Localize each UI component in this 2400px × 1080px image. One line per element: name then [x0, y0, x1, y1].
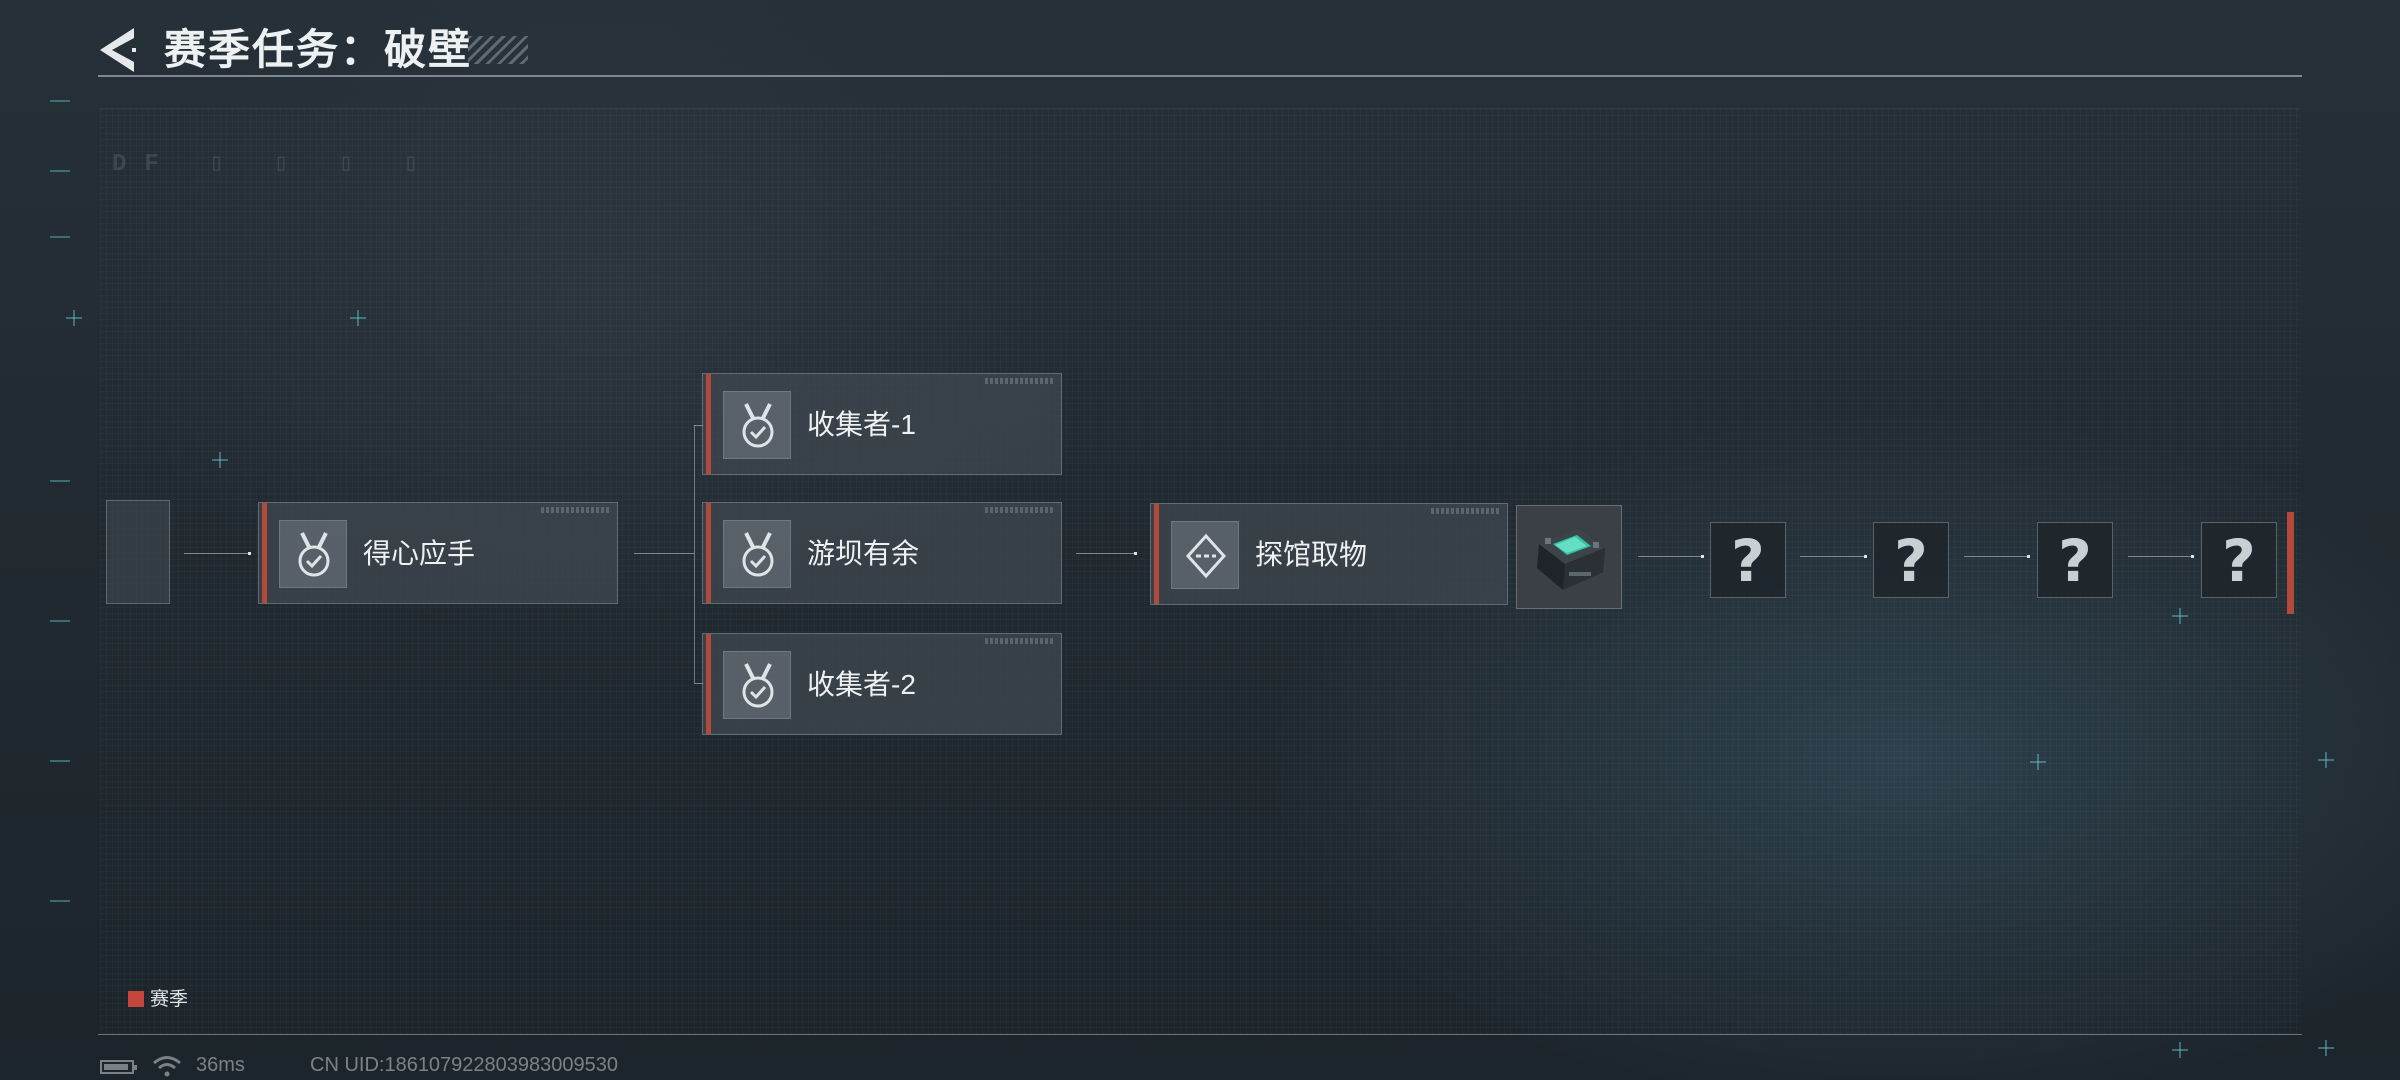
- legend-label: 赛季: [150, 989, 189, 1010]
- footer-divider: [98, 1034, 2302, 1035]
- season-accent-bar: [706, 503, 711, 603]
- locked-task-node[interactable]: ?: [2201, 522, 2277, 598]
- locked-task-node[interactable]: ?: [1710, 522, 1786, 598]
- season-accent-bar: [1154, 504, 1159, 604]
- season-accent-bar: [706, 374, 711, 474]
- task-node-collector-2[interactable]: 收集者-2: [702, 633, 1062, 735]
- legend-swatch: [128, 991, 144, 1007]
- reward-item[interactable]: [1516, 505, 1622, 609]
- task-label: 收集者-1: [807, 409, 916, 440]
- card-decoration: [1431, 508, 1501, 514]
- task-label: 收集者-2: [807, 669, 916, 700]
- connector-dot: [2191, 555, 2194, 558]
- battery-icon: [100, 1060, 137, 1074]
- medal-check-icon: [742, 403, 774, 448]
- medal-check-icon: [742, 663, 774, 708]
- card-decoration: [541, 507, 611, 513]
- crosshair-mark: [2318, 1040, 2334, 1056]
- medal-check-icon: [742, 532, 774, 577]
- connector-line: [1800, 556, 1866, 557]
- card-decoration: [985, 507, 1055, 513]
- crosshair-mark: [2172, 1042, 2188, 1058]
- medal-check-icon: [298, 532, 330, 577]
- task-label: 游坝有余: [807, 538, 920, 569]
- card-decoration: [985, 378, 1055, 384]
- task-node-tanguan[interactable]: 探馆取物: [1150, 503, 1508, 605]
- card-decoration: [985, 638, 1055, 644]
- season-accent-bar: [706, 634, 711, 734]
- task-icon-box: [723, 651, 791, 719]
- task-node-dexin[interactable]: 得心应手: [258, 502, 618, 604]
- locked-task-node[interactable]: ?: [1873, 522, 1949, 598]
- connector-line: [1964, 556, 2030, 557]
- previous-node-stub[interactable]: [106, 500, 170, 604]
- back-arrow-icon: [100, 28, 136, 72]
- connector-dot: [1864, 555, 1867, 558]
- connector-line: [634, 553, 694, 554]
- uid-text: CN UID:1861079228039830095​30: [310, 1054, 619, 1076]
- locked-task-node[interactable]: ?: [2037, 522, 2113, 598]
- legend: 赛季: [128, 984, 188, 1011]
- task-icon-box: [723, 520, 791, 588]
- task-label: 探馆取物: [1255, 539, 1368, 570]
- side-ruler: [30, 60, 80, 1040]
- task-node-collector-1[interactable]: 收集者-1: [702, 373, 1062, 475]
- page-title: 赛季任务：破壁: [164, 26, 473, 73]
- connector-line: [1076, 553, 1136, 554]
- branch-line: [694, 425, 695, 683]
- reward-case-icon: [1517, 506, 1621, 608]
- crosshair-mark: [2318, 752, 2334, 768]
- task-icon-box: [1171, 521, 1239, 589]
- connector-dot: [1134, 552, 1137, 555]
- task-icon-box: [723, 391, 791, 459]
- connector-dot: [1701, 555, 1704, 558]
- season-accent-bar: [262, 503, 267, 603]
- title-decoration: [468, 36, 528, 64]
- task-node-youba[interactable]: 游坝有余: [702, 502, 1062, 604]
- connector-line: [184, 553, 250, 554]
- crosshair-mark: [66, 310, 82, 326]
- connector-dot: [248, 552, 251, 555]
- header-divider: [98, 75, 2302, 77]
- task-icon-box: [279, 520, 347, 588]
- connector-line: [1638, 556, 1704, 557]
- connector-dot: [2027, 555, 2030, 558]
- task-label: 得心应手: [363, 538, 476, 569]
- ping-text: 36ms: [196, 1054, 245, 1076]
- next-page-indicator[interactable]: [2287, 512, 2294, 614]
- back-button[interactable]: [98, 26, 138, 74]
- background-decoration: DF ▯ ▯ ▯ ▯: [112, 151, 437, 178]
- wifi-icon: [153, 1056, 181, 1077]
- diamond-dash-icon: [1185, 533, 1227, 579]
- connector-line: [2128, 556, 2194, 557]
